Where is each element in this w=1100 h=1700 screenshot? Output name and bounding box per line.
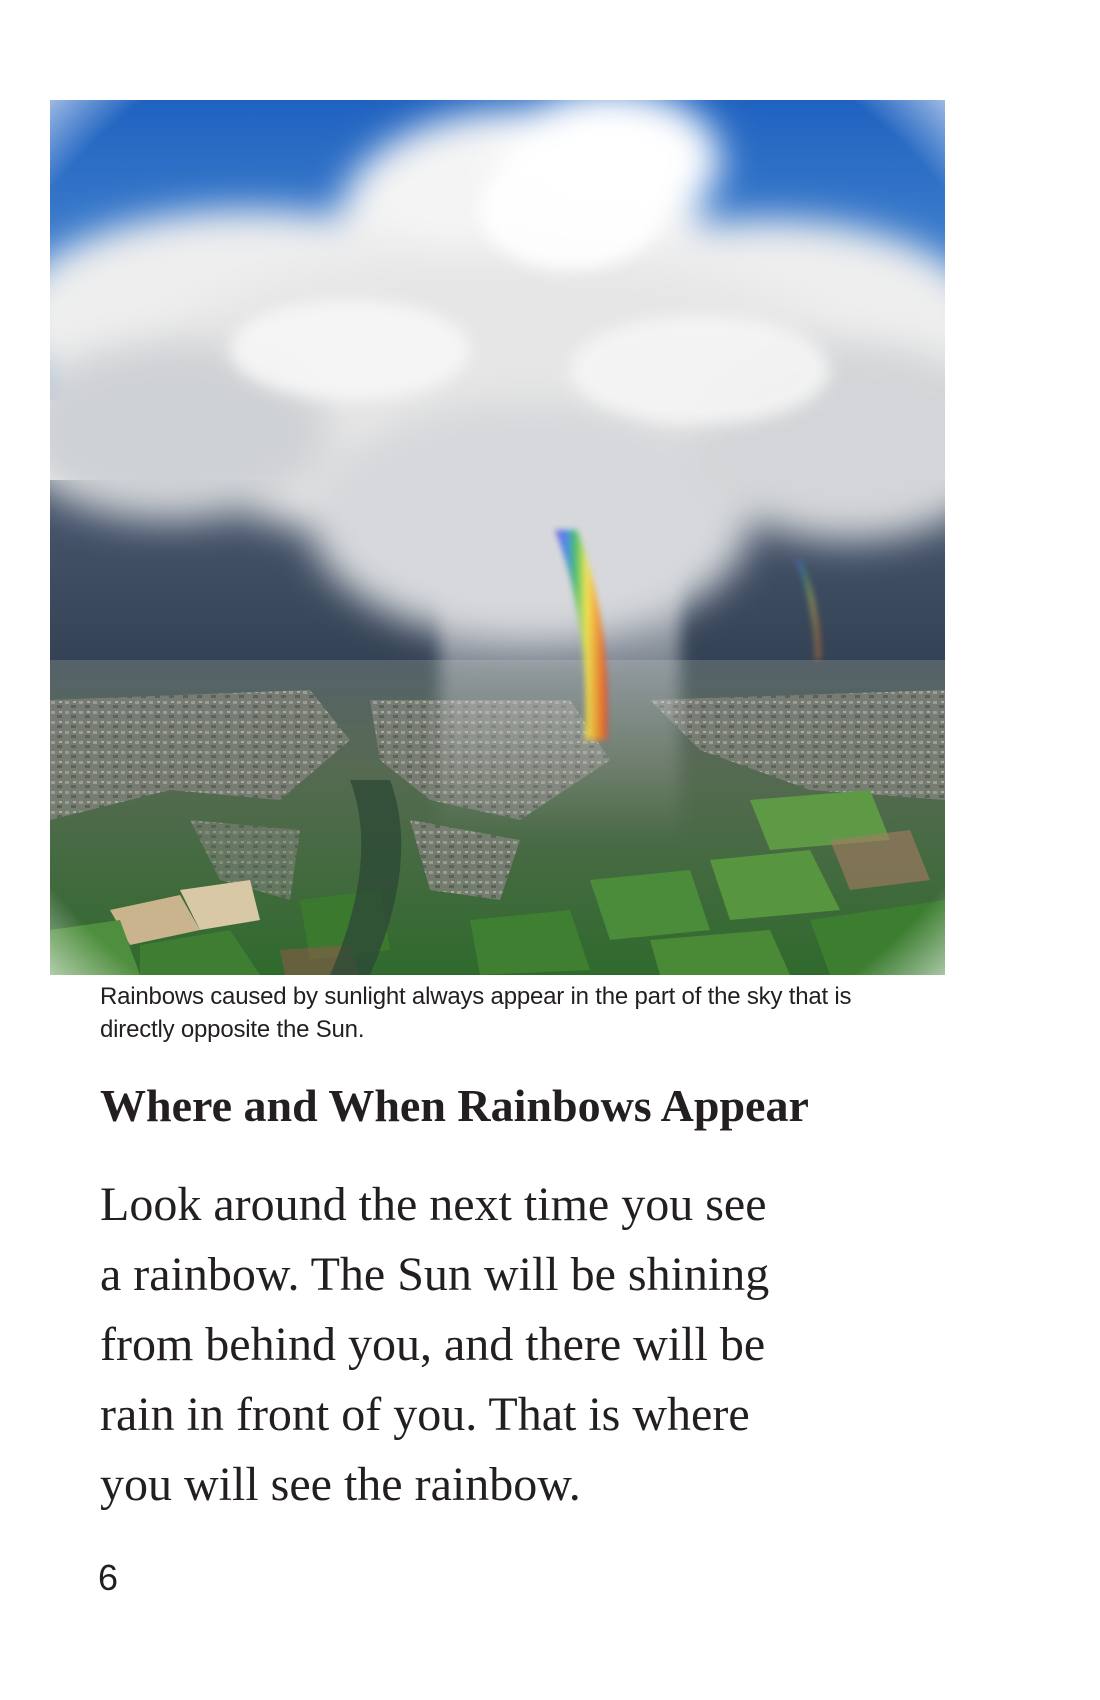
page-number: 6: [98, 1557, 119, 1598]
body-line: rain in front of you. That is where: [100, 1388, 750, 1441]
photo-vignette: [50, 100, 945, 975]
section-heading: Where and When Rainbows Appear: [100, 1080, 809, 1131]
body-line: you will see the rainbow.: [100, 1458, 581, 1511]
body-line: a rainbow. The Sun will be shining: [100, 1248, 770, 1301]
body-line: Look around the next time you see: [100, 1178, 767, 1231]
rainbow-photo: [50, 100, 945, 975]
body-paragraph: Look around the next time you see a rain…: [100, 1170, 920, 1520]
body-line: from behind you, and there will be: [100, 1318, 766, 1371]
rainbow-photo-illustration: [50, 100, 945, 975]
photo-caption: Rainbows caused by sunlight always appea…: [100, 983, 852, 1043]
